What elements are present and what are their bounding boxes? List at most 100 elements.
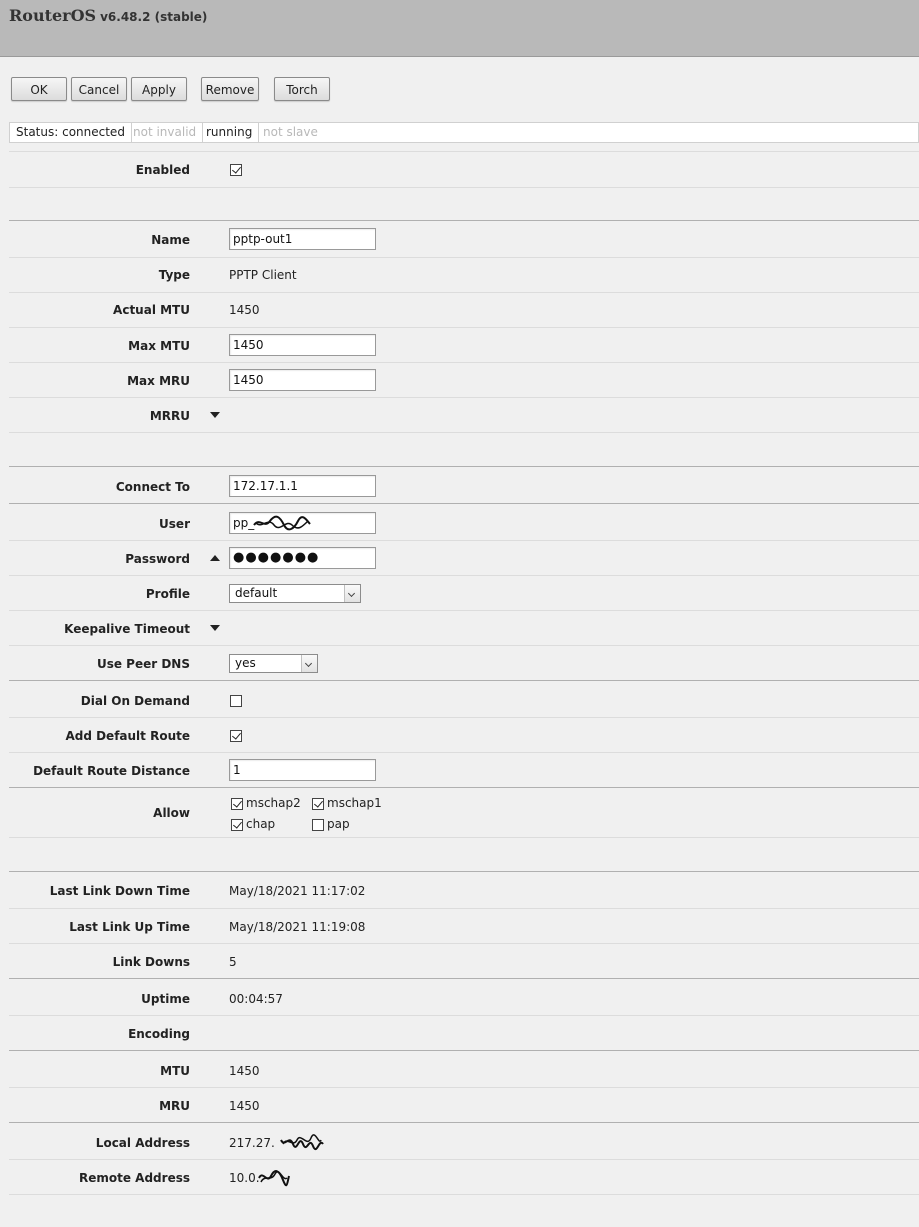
apply-button[interactable]: Apply [131,77,187,101]
row-max-mru: Max MRU 1450 [9,363,919,398]
row-mru: MRU 1450 [9,1088,919,1123]
max-mru-input[interactable]: 1450 [229,369,376,391]
row-enabled: Enabled [9,151,919,188]
keepalive-label: Keepalive Timeout [64,622,190,636]
row-last-link-down: Last Link Down Time May/18/2021 11:17:02 [9,873,919,909]
local-address-label: Local Address [95,1136,190,1150]
allow-chap-label: chap [246,817,276,831]
remove-button[interactable]: Remove [201,77,259,101]
brand-name: RouterOS [9,6,97,25]
last-link-up-label: Last Link Up Time [69,920,190,934]
status-running: running [200,123,260,142]
chevron-down-icon [301,655,317,672]
ok-button[interactable]: OK [11,77,67,101]
allow-mschap2-label: mschap2 [246,796,301,810]
last-link-down-label: Last Link Down Time [49,884,190,898]
encoding-label: Encoding [128,1027,190,1041]
row-connect-to: Connect To 172.17.1.1 [9,467,919,504]
use-peer-dns-select[interactable]: yes [229,654,318,673]
allow-mschap1-checkbox[interactable] [312,798,324,810]
remote-address-label: Remote Address [79,1171,190,1185]
cancel-button[interactable]: Cancel [71,77,127,101]
dial-on-demand-label: Dial On Demand [80,694,190,708]
max-mtu-input[interactable]: 1450 [229,334,376,356]
row-add-default-route: Add Default Route [9,718,919,753]
password-input[interactable]: ●●●●●●● [229,547,376,569]
use-peer-dns-label: Use Peer DNS [96,657,190,671]
redaction-scribble [258,1170,290,1187]
version-label: v6.48.2 (stable) [100,10,208,24]
allow-mschap1-label: mschap1 [327,796,382,810]
app-header: RouterOS v6.48.2 (stable) [0,0,919,57]
uptime-label: Uptime [141,992,190,1006]
torch-button[interactable]: Torch [274,77,330,101]
add-default-route-label: Add Default Route [65,729,190,743]
redaction-scribble [253,515,311,531]
mtu-value: 1450 [229,1064,260,1078]
actual-mtu-label: Actual MTU [113,303,190,317]
remote-address-value: 10.0. [229,1171,260,1185]
default-route-distance-input[interactable]: 1 [229,759,376,781]
row-password: Password ●●●●●●● [9,541,919,576]
row-remote-address: Remote Address 10.0. [9,1160,919,1195]
connect-to-label: Connect To [115,480,190,494]
uptime-value: 00:04:57 [229,992,283,1006]
add-default-route-checkbox[interactable] [230,730,242,742]
mtu-label: MTU [160,1064,190,1078]
section-divider [9,187,919,221]
row-uptime: Uptime 00:04:57 [9,980,919,1016]
row-default-route-distance: Default Route Distance 1 [9,753,919,788]
allow-mschap2-checkbox[interactable] [231,798,243,810]
enabled-label: Enabled [135,163,190,177]
connect-to-input[interactable]: 172.17.1.1 [229,475,376,497]
password-label: Password [125,552,190,566]
row-dial-on-demand: Dial On Demand [9,683,919,718]
allow-pap-checkbox[interactable] [312,819,324,831]
row-user: User pp_ [9,504,919,541]
actual-mtu-value: 1450 [229,303,260,317]
status-bar: Status: connected not invalid running no… [9,122,919,143]
user-label: User [159,517,190,531]
use-peer-dns-value: yes [235,656,256,670]
row-keepalive: Keepalive Timeout [9,611,919,646]
mrru-label: MRRU [149,409,190,423]
row-type: Type PPTP Client [9,258,919,293]
keepalive-expand-icon[interactable] [210,625,220,631]
row-profile: Profile default [9,576,919,611]
section-divider [9,433,919,467]
allow-pap-label: pap [327,817,350,831]
status-connected: Status: connected [10,123,132,142]
name-label: Name [151,233,190,247]
row-mtu: MTU 1450 [9,1052,919,1088]
max-mtu-label: Max MTU [128,339,190,353]
max-mru-label: Max MRU [127,374,190,388]
profile-value: default [235,586,278,600]
row-link-downs: Link Downs 5 [9,944,919,979]
allow-label: Allow [153,806,190,820]
redaction-scribble [280,1134,324,1151]
row-local-address: Local Address 217.27. [9,1124,919,1160]
link-downs-value: 5 [229,955,237,969]
status-slave: not slave [263,125,318,139]
status-invalid: not invalid [127,123,204,142]
section-divider [9,838,919,872]
default-route-distance-label: Default Route Distance [33,764,190,778]
last-link-up-value: May/18/2021 11:19:08 [229,920,366,934]
type-value: PPTP Client [229,268,297,282]
name-input[interactable]: pptp-out1 [229,228,376,250]
user-input[interactable]: pp_ [229,512,376,534]
row-actual-mtu: Actual MTU 1450 [9,293,919,328]
mrru-expand-icon[interactable] [210,412,220,418]
row-last-link-up: Last Link Up Time May/18/2021 11:19:08 [9,909,919,944]
link-downs-label: Link Downs [112,955,190,969]
enabled-checkbox[interactable] [230,164,242,176]
local-address-value: 217.27. [229,1136,275,1150]
password-toggle-icon[interactable] [210,555,220,561]
brand-title: RouterOS v6.48.2 (stable) [9,6,207,25]
mru-value: 1450 [229,1099,260,1113]
type-label: Type [158,268,190,282]
dial-on-demand-checkbox[interactable] [230,695,242,707]
allow-chap-checkbox[interactable] [231,819,243,831]
profile-select[interactable]: default [229,584,361,603]
row-name: Name pptp-out1 [9,221,919,258]
